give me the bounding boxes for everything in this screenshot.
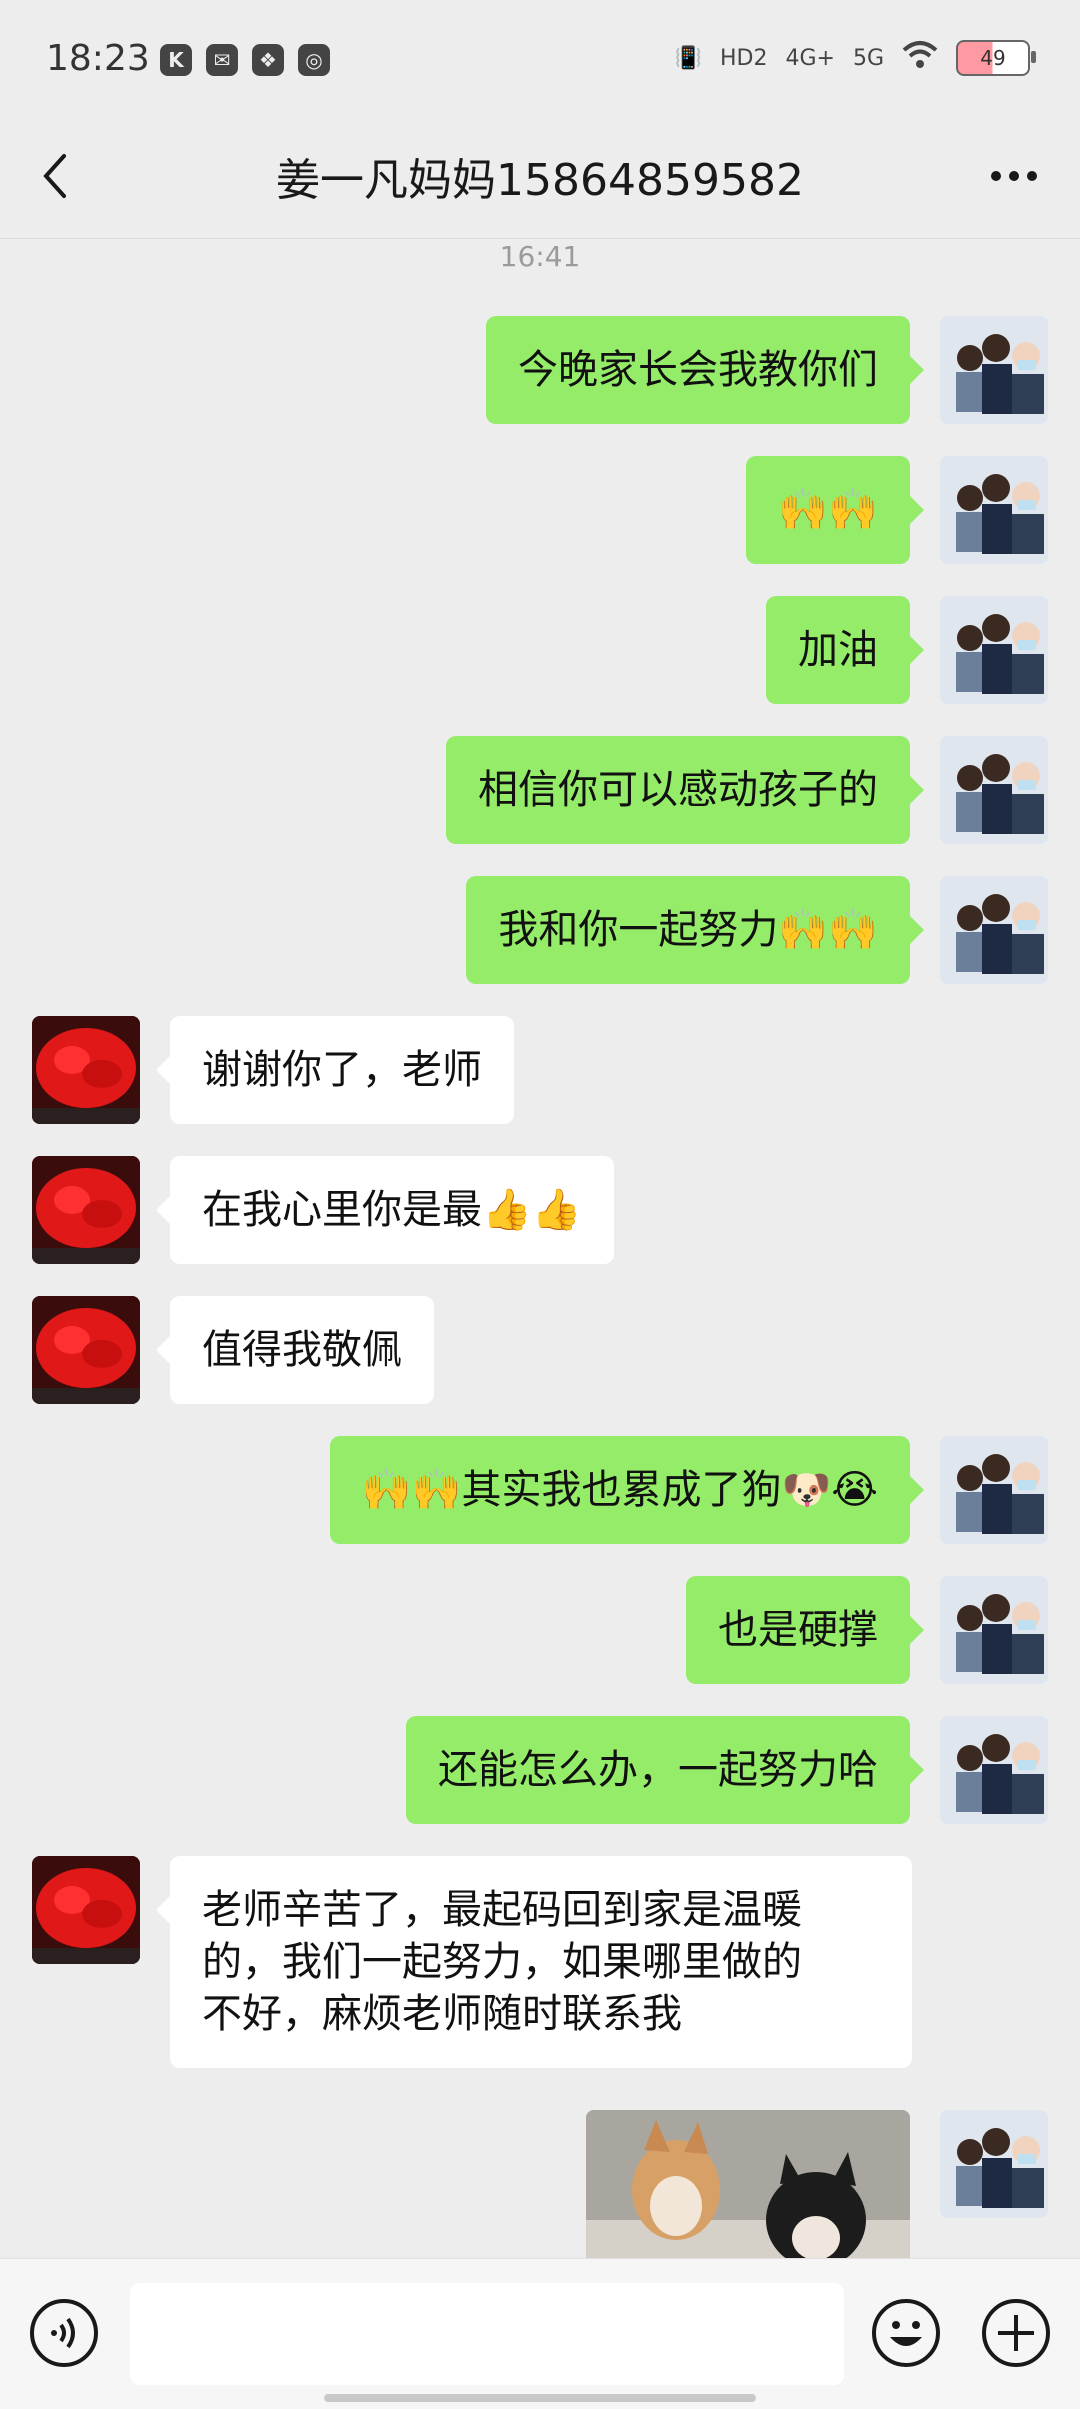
- status-bar: 18:23 K ✉ ❖ ◎ 📳 HD2 4G+ 5G 49: [0, 0, 1080, 120]
- chat-header: 姜一凡妈妈15864859582: [0, 120, 1080, 239]
- avatar-photo-icon: [940, 876, 1048, 984]
- rose-avatar-icon: [32, 1296, 140, 1404]
- my-avatar[interactable]: [940, 1576, 1048, 1684]
- avatar-photo-icon: [940, 1436, 1048, 1544]
- status-app-icons: K ✉ ❖ ◎: [160, 44, 330, 76]
- avatar-photo-icon: [940, 2110, 1048, 2218]
- my-message-bubble[interactable]: 🙌🙌: [746, 456, 924, 564]
- avatar-photo-icon: [940, 456, 1048, 564]
- contact-avatar[interactable]: [32, 1296, 140, 1404]
- my-avatar[interactable]: [940, 1436, 1048, 1544]
- hd-indicator: HD2: [719, 45, 768, 71]
- avatar-photo-icon: [940, 1716, 1048, 1824]
- more-button[interactable]: [974, 146, 1054, 206]
- battery-indicator: 49: [956, 40, 1036, 76]
- emoji-icon: [872, 2299, 940, 2367]
- my-message-bubble[interactable]: 还能怎么办，一起努力哈: [406, 1716, 924, 1824]
- my-avatar[interactable]: [940, 1716, 1048, 1824]
- dog-photo-icon: [586, 2110, 910, 2258]
- notification-app-icon: K: [160, 44, 192, 76]
- avatar-photo-icon: [940, 316, 1048, 424]
- notification-camera-icon: ◎: [298, 44, 330, 76]
- wifi-icon: [902, 40, 938, 76]
- my-avatar[interactable]: [940, 736, 1048, 844]
- message-timestamp: 16:41: [499, 240, 581, 273]
- network-5g-indicator: 5G: [852, 45, 884, 71]
- voice-button[interactable]: [28, 2297, 100, 2369]
- rose-avatar-icon: [32, 1156, 140, 1264]
- network-4g-indicator: 4G+: [785, 45, 835, 71]
- message-input[interactable]: [130, 2283, 844, 2385]
- my-message-bubble[interactable]: 🙌🙌其实我也累成了狗🐶😭: [329, 1436, 925, 1544]
- my-message-bubble[interactable]: 今晚家长会我教你们: [486, 316, 924, 424]
- plus-icon: [982, 2299, 1050, 2367]
- emoji-button[interactable]: [870, 2297, 942, 2369]
- more-actions-button[interactable]: [980, 2297, 1052, 2369]
- contact-avatar[interactable]: [32, 1156, 140, 1264]
- my-avatar[interactable]: [940, 876, 1048, 984]
- voice-icon: [30, 2299, 98, 2367]
- vibrate-icon: 📳: [674, 45, 702, 71]
- my-avatar[interactable]: [940, 596, 1048, 704]
- home-indicator[interactable]: [324, 2394, 756, 2402]
- my-message-bubble[interactable]: 我和你一起努力🙌🙌: [466, 876, 924, 984]
- chat-message-list[interactable]: 16:41 今晚家长会我教你们 🙌🙌 加油 相信你可以感动孩子的 我和你一起努力…: [0, 238, 1080, 2258]
- battery-level: 49: [980, 46, 1006, 70]
- chat-input-bar: [0, 2258, 1080, 2409]
- contact-message-bubble[interactable]: 在我心里你是最👍👍: [156, 1156, 614, 1264]
- more-dots-icon: [991, 171, 1037, 181]
- rose-avatar-icon: [32, 1016, 140, 1124]
- avatar-photo-icon: [940, 1576, 1048, 1684]
- my-message-bubble[interactable]: 相信你可以感动孩子的: [446, 736, 924, 844]
- my-message-bubble[interactable]: 加油: [766, 596, 924, 704]
- my-avatar[interactable]: [940, 316, 1048, 424]
- avatar-photo-icon: [940, 596, 1048, 704]
- avatar-photo-icon: [940, 736, 1048, 844]
- my-message-bubble[interactable]: 也是硬撑: [686, 1576, 924, 1684]
- contact-avatar[interactable]: [32, 1016, 140, 1124]
- status-indicators: 📳 HD2 4G+ 5G 49: [674, 40, 1036, 76]
- my-avatar[interactable]: [940, 456, 1048, 564]
- notification-app-icon: ❖: [252, 44, 284, 76]
- rose-avatar-icon: [32, 1856, 140, 1964]
- notification-mail-icon: ✉: [206, 44, 238, 76]
- contact-message-bubble[interactable]: 老师辛苦了，最起码回到家是温暖 的，我们一起努力，如果哪里做的 不好，麻烦老师随…: [156, 1856, 912, 2068]
- my-avatar[interactable]: [940, 2110, 1048, 2218]
- contact-message-bubble[interactable]: 谢谢你了，老师: [156, 1016, 514, 1124]
- contact-message-bubble[interactable]: 值得我敬佩: [156, 1296, 434, 1404]
- image-message[interactable]: [586, 2110, 910, 2258]
- contact-avatar[interactable]: [32, 1856, 140, 1964]
- status-time: 18:23: [46, 38, 150, 79]
- chat-title: 姜一凡妈妈15864859582: [276, 155, 804, 206]
